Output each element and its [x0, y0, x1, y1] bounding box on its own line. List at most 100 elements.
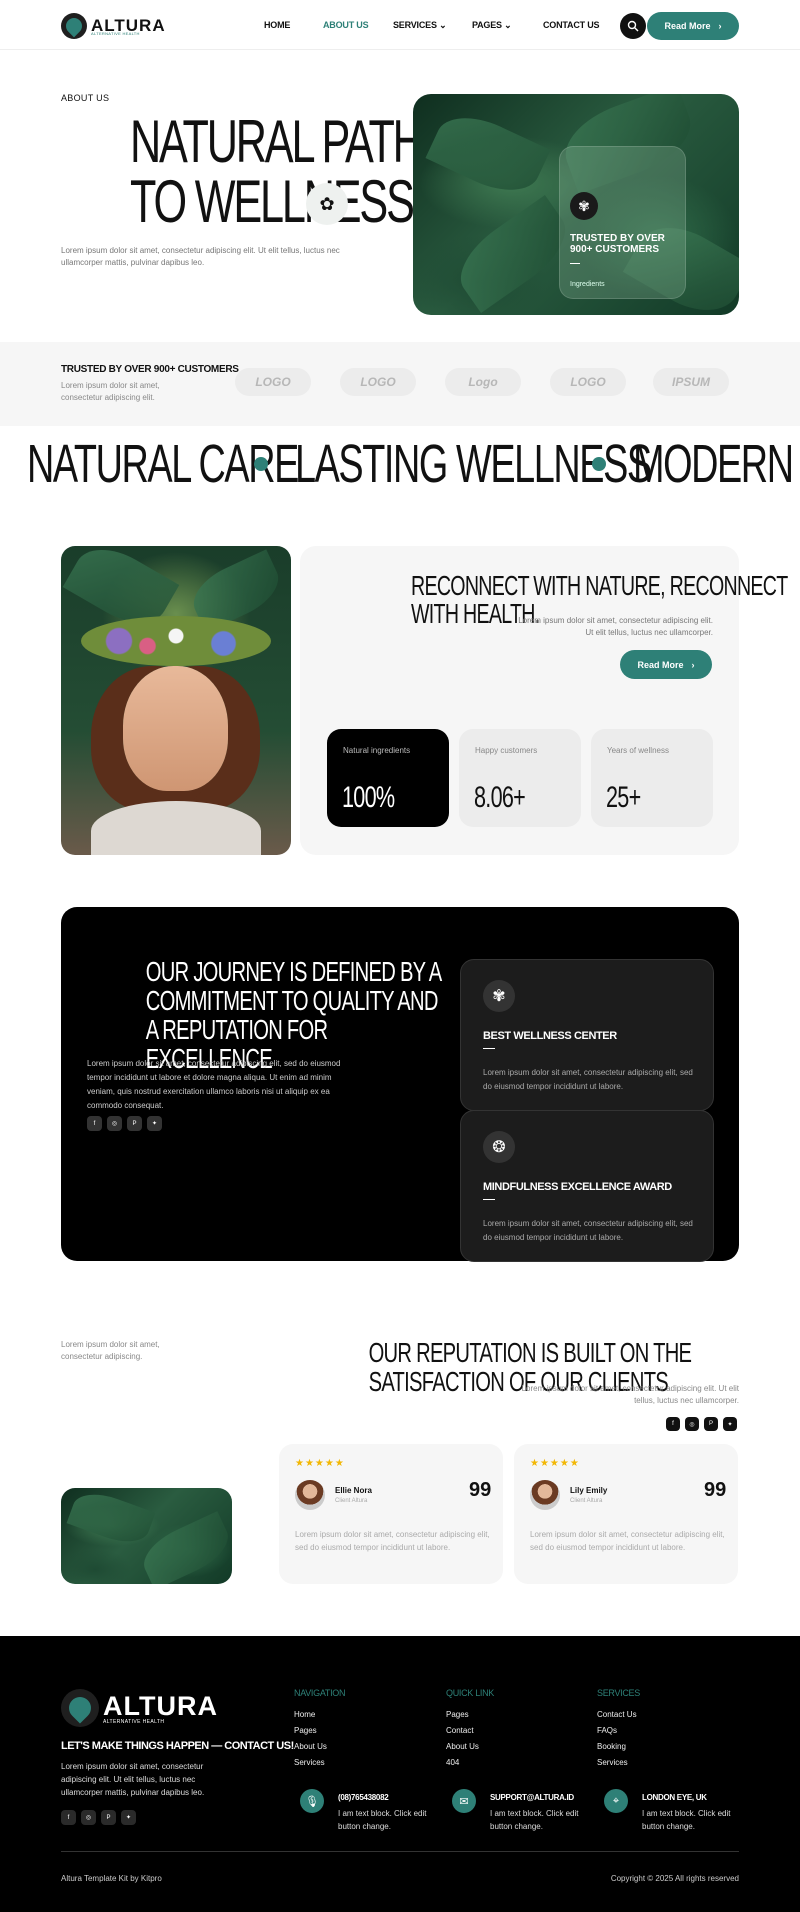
contact-title[interactable]: (08)765438082: [338, 1793, 389, 1802]
search-button[interactable]: [620, 13, 646, 39]
divider: [61, 1851, 739, 1852]
footer-link[interactable]: Pages: [446, 1707, 494, 1723]
reputation-description: Lorem ipsum dolor sit amet, consectetur …: [521, 1384, 739, 1405]
award-title: BEST WELLNESS CENTER: [483, 1030, 617, 1042]
pinterest-icon[interactable]: P: [704, 1417, 718, 1431]
footer-link[interactable]: Contact: [446, 1723, 494, 1739]
flower-icon: ✾: [483, 980, 515, 1012]
social-links: f ◎ P ✦: [87, 1116, 162, 1131]
footer-link[interactable]: Pages: [294, 1723, 345, 1739]
award-description: Lorem ipsum dolor sit amet, consectetur …: [483, 1219, 693, 1242]
logo-icon: [61, 1689, 99, 1727]
footer-logo[interactable]: ALTURA ALTERNATIVE HEALTH: [61, 1689, 217, 1727]
flower-icon: ✾: [570, 192, 598, 220]
footer-link[interactable]: About Us: [446, 1739, 494, 1755]
about-card: RECONNECT WITH NATURE, RECONNECT WITH HE…: [300, 546, 788, 855]
nav-pages-label: PAGES: [472, 20, 502, 30]
stat-label: Natural ingredients: [343, 746, 411, 755]
footer-link[interactable]: Home: [294, 1707, 345, 1723]
microphone-icon: 🎙: [300, 1789, 324, 1813]
divider: [483, 1199, 495, 1200]
stat-label: Years of wellness: [607, 746, 669, 755]
pinterest-icon[interactable]: P: [101, 1810, 116, 1825]
footer-link[interactable]: Services: [597, 1755, 640, 1771]
portrait-face: [123, 666, 228, 791]
footer-copyright: Copyright © 2025 All rights reserved: [610, 1874, 739, 1883]
footer-link[interactable]: Services: [294, 1755, 345, 1771]
twitter-icon[interactable]: ✦: [121, 1810, 136, 1825]
trust-strip: TRUSTED BY OVER 900+ CUSTOMERS Lorem ips…: [0, 342, 800, 426]
site-footer: ALTURA ALTERNATIVE HEALTH LET'S MAKE THI…: [0, 1636, 800, 1912]
woman-flower-crown-image: [61, 546, 291, 855]
stat-value: 25+: [606, 781, 641, 814]
logo-icon: [61, 13, 87, 39]
award-title: MINDFULNESS EXCELLENCE AWARD: [483, 1181, 672, 1193]
reviewer-role: Client Altura: [570, 1498, 603, 1504]
stat-value: 100%: [342, 781, 395, 814]
star-rating: ★★★★★: [295, 1458, 345, 1469]
button-label: Read More: [664, 21, 711, 31]
reviewer-name: Lily Emily: [570, 1486, 608, 1495]
award-description: Lorem ipsum dolor sit amet, consectetur …: [483, 1068, 693, 1091]
hero-description: Lorem ipsum dolor sit amet, consectetur …: [61, 246, 340, 267]
location-pin-icon: ⌖: [604, 1789, 628, 1813]
twitter-icon[interactable]: ✦: [723, 1417, 737, 1431]
footer-link[interactable]: Contact Us: [597, 1707, 640, 1723]
pinterest-icon[interactable]: P: [127, 1116, 142, 1131]
mail-icon: ✉: [452, 1789, 476, 1813]
nav-home[interactable]: HOME: [264, 20, 290, 30]
contact-text: I am text block. Click edit button chang…: [490, 1809, 579, 1831]
trust-title: TRUSTED BY OVER 900+ CUSTOMERS: [61, 364, 239, 375]
partner-logo: LOGO: [340, 368, 416, 396]
instagram-icon[interactable]: ◎: [81, 1810, 96, 1825]
twitter-icon[interactable]: ✦: [147, 1116, 162, 1131]
review-card: ★★★★★ Lily Emily Client Altura 99 Lorem …: [514, 1444, 738, 1584]
contact-title[interactable]: LONDON EYE, UK: [642, 1793, 707, 1802]
column-title: SERVICES: [597, 1688, 640, 1698]
footer-tagline: LET'S MAKE THINGS HAPPEN — CONTACT US!: [61, 1740, 294, 1752]
quote-icon: 99: [469, 1479, 492, 1501]
site-header: ALTURA ALTERNATIVE HEALTH HOME ABOUT US …: [0, 0, 800, 50]
column-title: NAVIGATION: [294, 1688, 346, 1698]
stat-card: Happy customers 8.06+: [459, 729, 581, 827]
nav-services[interactable]: SERVICES ⌄: [393, 20, 447, 31]
footer-link[interactable]: About Us: [294, 1739, 345, 1755]
contact-text: I am text block. Click edit button chang…: [338, 1809, 427, 1831]
stat-card: Natural ingredients 100%: [327, 729, 449, 827]
review-card: ★★★★★ Ellie Nora Client Altura 99 Lorem …: [279, 1444, 503, 1584]
review-text: Lorem ipsum dolor sit amet, consectetur …: [295, 1530, 490, 1552]
footer-column-services: SERVICES Contact Us FAQs Booking Service…: [597, 1688, 640, 1771]
footer-column-quick-link: QUICK LINK Pages Contact About Us 404: [446, 1688, 494, 1771]
footer-link[interactable]: Booking: [597, 1739, 640, 1755]
contact-text: I am text block. Click edit button chang…: [642, 1809, 731, 1831]
logo-subtitle: ALTERNATIVE HEALTH: [91, 31, 140, 36]
marquee-dot: [592, 457, 606, 471]
logo[interactable]: ALTURA ALTERNATIVE HEALTH: [61, 13, 166, 39]
chevron-right-icon: ›: [718, 21, 722, 31]
footer-link[interactable]: FAQs: [597, 1723, 640, 1739]
section-tag: ABOUT US: [61, 93, 110, 103]
marquee-band: NATURAL CARE LASTING WELLNESS MODERN WEL…: [0, 434, 800, 494]
facebook-icon[interactable]: f: [87, 1116, 102, 1131]
nav-about[interactable]: ABOUT US: [323, 20, 369, 30]
footer-link[interactable]: 404: [446, 1755, 494, 1771]
about-read-more-button[interactable]: Read More ›: [620, 650, 712, 679]
stat-label: Happy customers: [475, 746, 538, 755]
journey-section: OUR JOURNEY IS DEFINED BY A COMMITMENT T…: [61, 907, 739, 1262]
header-read-more-button[interactable]: Read More ›: [647, 12, 739, 40]
partner-logo: IPSUM: [653, 368, 729, 396]
search-icon: [627, 20, 639, 32]
footer-description: Lorem ipsum dolor sit amet, consectetur …: [61, 1762, 205, 1797]
footer-credit: Altura Template Kit by Kitpro: [61, 1874, 162, 1883]
facebook-icon[interactable]: f: [666, 1417, 680, 1431]
nav-pages[interactable]: PAGES ⌄: [472, 20, 512, 31]
instagram-icon[interactable]: ◎: [107, 1116, 122, 1131]
reviewer-name: Ellie Nora: [335, 1486, 372, 1495]
contact-title[interactable]: SUPPORT@ALTURA.ID: [490, 1793, 574, 1802]
about-description: Lorem ipsum dolor sit amet, consectetur …: [518, 616, 713, 637]
avatar: [295, 1480, 325, 1510]
instagram-icon[interactable]: ◎: [685, 1417, 699, 1431]
reputation-note: Lorem ipsum dolor sit amet, consectetur …: [61, 1340, 160, 1361]
nav-contact[interactable]: CONTACT US: [543, 20, 600, 30]
facebook-icon[interactable]: f: [61, 1810, 76, 1825]
